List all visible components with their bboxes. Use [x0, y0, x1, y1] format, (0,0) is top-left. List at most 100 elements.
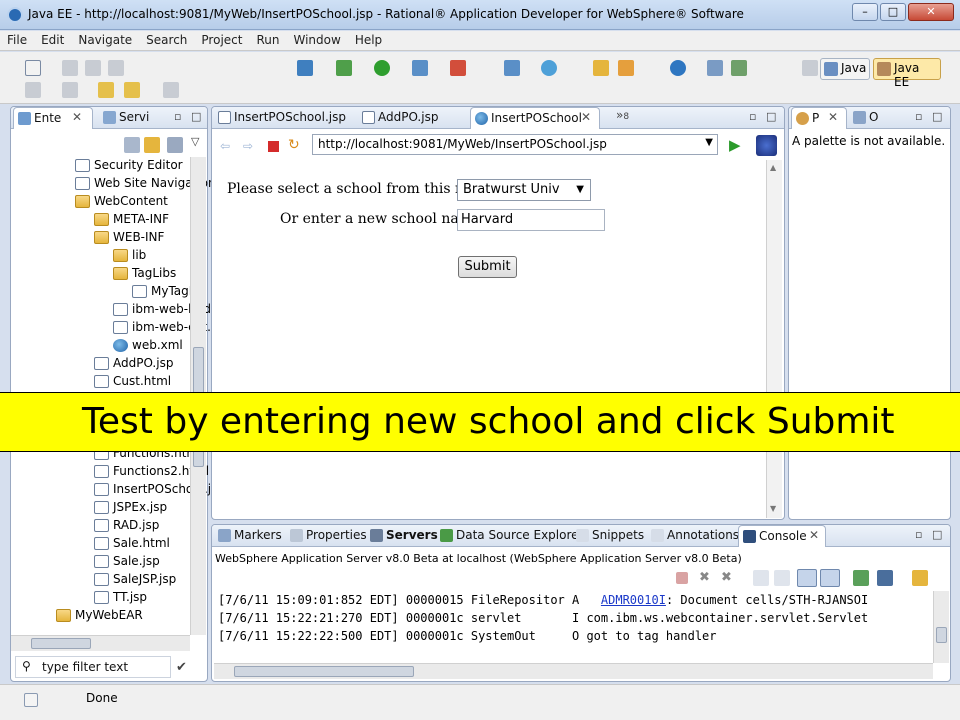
tab-console[interactable]: Console ✕	[738, 525, 826, 547]
save-all-icon[interactable]	[85, 60, 101, 76]
open-type-icon[interactable]	[593, 60, 609, 76]
open-perspective-icon[interactable]	[802, 60, 818, 76]
submit-button[interactable]: Submit	[458, 256, 517, 278]
scroll-lock-icon[interactable]	[774, 570, 790, 586]
tab-servers[interactable]: Servers	[366, 525, 438, 547]
chevron-down-icon[interactable]: ▼	[705, 137, 713, 148]
menu-help[interactable]: Help	[348, 31, 389, 47]
go-icon[interactable]: ▶	[729, 136, 741, 154]
next-annotation-icon[interactable]	[25, 82, 41, 98]
filter-input[interactable]: ⚲ type filter text	[15, 656, 171, 678]
tab-markers[interactable]: Markers	[214, 525, 284, 547]
maximize-icon[interactable]: □	[932, 110, 942, 123]
perspective-javaee[interactable]: Java EE	[873, 58, 941, 89]
tools-icon[interactable]	[731, 60, 747, 76]
file-icon	[75, 159, 90, 172]
tab-insertposchool-browser[interactable]: InsertPOSchool ✕	[470, 107, 600, 129]
back-arrow-icon[interactable]: ⇦	[220, 139, 230, 153]
minimize-icon[interactable]: ▫	[915, 110, 922, 123]
stop-icon[interactable]	[268, 141, 279, 152]
maximize-button[interactable]: □	[880, 3, 906, 21]
profile-icon[interactable]	[412, 60, 428, 76]
print-icon[interactable]	[108, 60, 124, 76]
new-server-icon[interactable]	[504, 60, 520, 76]
menu-window[interactable]: Window	[286, 31, 347, 47]
console-vertical-scrollbar[interactable]	[933, 591, 949, 663]
run-icon[interactable]	[374, 60, 390, 76]
forward-icon[interactable]	[163, 82, 179, 98]
menu-navigate[interactable]: Navigate	[71, 31, 139, 47]
menu-search[interactable]: Search	[139, 31, 194, 47]
maximize-icon[interactable]: □	[766, 110, 776, 123]
tab-palette[interactable]: P ✕	[791, 107, 847, 129]
scroll-thumb[interactable]	[234, 666, 414, 677]
external-tools-icon[interactable]	[450, 60, 466, 76]
menu-file[interactable]: File	[0, 31, 34, 47]
minimize-icon[interactable]: ▫	[174, 110, 181, 123]
console-message-link[interactable]: ADMR0010I	[601, 593, 666, 607]
refresh-icon[interactable]: ↻	[288, 137, 300, 153]
minimize-icon[interactable]: ▫	[749, 110, 756, 123]
save-icon[interactable]	[62, 60, 78, 76]
new-class-icon[interactable]	[541, 60, 557, 76]
browser-icon[interactable]	[670, 60, 686, 76]
chevron-down-icon[interactable]: ▽	[191, 135, 199, 148]
console-horizontal-scrollbar[interactable]	[214, 663, 933, 679]
show-stderr-icon[interactable]	[820, 569, 840, 587]
menu-edit[interactable]: Edit	[34, 31, 71, 47]
maximize-icon[interactable]: □	[932, 528, 942, 541]
remove-launch-icon[interactable]: ✖	[699, 570, 710, 585]
tab-properties[interactable]: Properties	[286, 525, 367, 547]
explorer-horizontal-scrollbar[interactable]	[11, 635, 190, 651]
tab-outline[interactable]: O	[849, 107, 899, 129]
minimize-button[interactable]: –	[852, 3, 878, 21]
view-menu-icon[interactable]	[167, 137, 183, 153]
show-stdout-icon[interactable]	[797, 569, 817, 587]
close-icon[interactable]: ✕	[72, 110, 82, 124]
clear-console-icon[interactable]	[753, 570, 769, 586]
close-icon[interactable]: ✕	[809, 528, 819, 542]
forward-arrow-icon[interactable]: ⇨	[243, 139, 253, 153]
close-button[interactable]: ✕	[908, 3, 954, 21]
tab-snippets[interactable]: Snippets	[572, 525, 646, 547]
tab-annotations[interactable]: Annotations	[647, 525, 739, 547]
clear-filter-icon[interactable]: ✔	[176, 660, 187, 675]
server-icon[interactable]	[297, 60, 313, 76]
open-console-icon[interactable]	[912, 570, 928, 586]
tab-enterprise-explorer[interactable]: Ente ✕	[13, 107, 93, 129]
last-edit-icon[interactable]	[98, 82, 114, 98]
fast-view-icon[interactable]	[24, 693, 38, 707]
menu-run[interactable]: Run	[249, 31, 286, 47]
debug-icon[interactable]	[336, 60, 352, 76]
tab-servers[interactable]: Servi	[99, 107, 163, 129]
close-icon[interactable]: ✕	[581, 110, 591, 124]
menu-project[interactable]: Project	[194, 31, 249, 47]
tab-insertposchool-jsp[interactable]: InsertPOSchool.jsp	[214, 107, 354, 129]
annotations-icon	[651, 529, 664, 542]
tab-overflow-icon[interactable]: »8	[616, 108, 629, 122]
maximize-icon[interactable]: □	[191, 110, 201, 123]
scroll-thumb[interactable]	[936, 627, 947, 643]
tab-addpo-jsp[interactable]: AddPO.jsp	[358, 107, 468, 129]
remove-all-icon[interactable]: ✖	[721, 570, 732, 585]
collapse-all-icon[interactable]	[124, 137, 140, 153]
terminate-icon[interactable]	[676, 572, 688, 584]
search-icon[interactable]	[618, 60, 634, 76]
new-school-input[interactable]: Harvard	[457, 209, 605, 231]
pin-console-icon[interactable]	[853, 570, 869, 586]
image-icon[interactable]	[707, 60, 723, 76]
scroll-thumb[interactable]	[31, 638, 91, 649]
prev-annotation-icon[interactable]	[62, 82, 78, 98]
minimize-icon[interactable]: ▫	[915, 528, 922, 541]
display-console-icon[interactable]	[877, 570, 893, 586]
close-icon[interactable]: ✕	[828, 110, 838, 124]
tab-data-source-explorer[interactable]: Data Source Explorer	[436, 525, 583, 547]
perspective-java[interactable]: Java	[820, 58, 870, 80]
back-icon[interactable]	[124, 82, 140, 98]
new-icon[interactable]	[25, 60, 41, 76]
browser-vertical-scrollbar[interactable]: ▲ ▼	[766, 160, 782, 518]
address-bar[interactable]: http://localhost:9081/MyWeb/InsertPOScho…	[312, 134, 718, 155]
websphere-icon[interactable]	[756, 135, 777, 156]
school-select[interactable]: Bratwurst Univ ▼	[457, 179, 591, 201]
link-editor-icon[interactable]	[144, 137, 160, 153]
